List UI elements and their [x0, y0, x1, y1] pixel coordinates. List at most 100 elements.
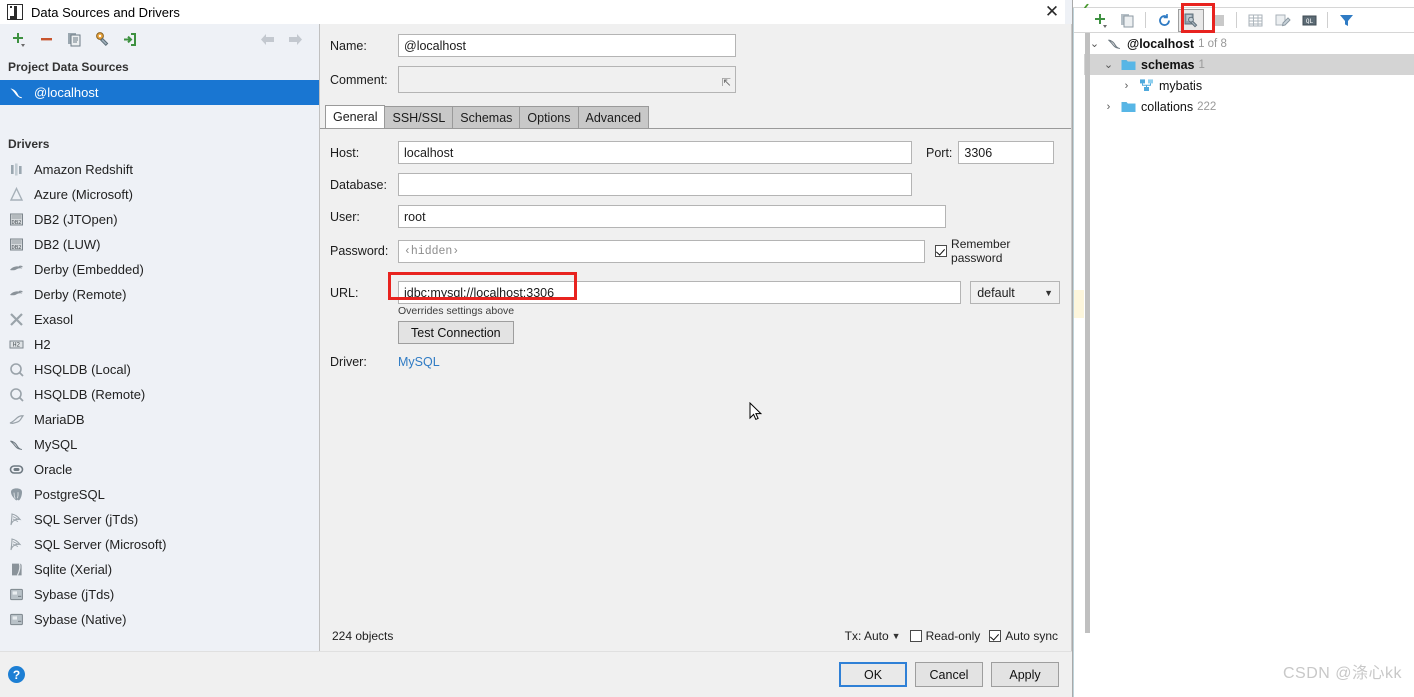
- tab-options[interactable]: Options: [519, 106, 579, 128]
- database-input[interactable]: [398, 173, 912, 196]
- import-icon: [123, 32, 136, 46]
- mouse-cursor: [749, 402, 763, 421]
- driver-item[interactable]: DB2 DB2 (LUW): [0, 232, 319, 257]
- driver-item-label: Amazon Redshift: [34, 162, 133, 177]
- tab-ssh-ssl[interactable]: SSH/SSL: [384, 106, 454, 128]
- driver-item[interactable]: Sybase (Native): [0, 607, 319, 632]
- driver-item-label: Exasol: [34, 312, 74, 327]
- tab-general[interactable]: General: [325, 105, 386, 128]
- sqlserver-icon: [10, 538, 22, 551]
- db-copy-button[interactable]: [1114, 9, 1140, 32]
- tree-node-count: 222: [1197, 100, 1217, 113]
- db-add-button[interactable]: [1087, 9, 1113, 32]
- driver-link[interactable]: MySQL: [398, 355, 440, 369]
- driver-item[interactable]: SQL Server (jTds): [0, 507, 319, 532]
- tree-node[interactable]: ⌄ @localhost 1 of 8: [1073, 33, 1414, 54]
- remember-password-checkbox[interactable]: [935, 245, 948, 257]
- left-pane-scroll-area[interactable]: Project Data Sources @localhost Drivers …: [0, 54, 319, 651]
- remember-password-label: Remember password: [951, 237, 1011, 265]
- driver-item[interactable]: PostgreSQL: [0, 482, 319, 507]
- url-input[interactable]: jdbc:mysql://localhost:3306: [398, 281, 962, 304]
- tree-node[interactable]: › collations 222: [1073, 96, 1414, 117]
- ok-button[interactable]: OK: [839, 662, 907, 687]
- remove-data-source-button[interactable]: [32, 26, 60, 52]
- db-edit-data-button[interactable]: [1269, 9, 1295, 32]
- port-input[interactable]: 3306: [958, 141, 1055, 164]
- driver-item[interactable]: MariaDB: [0, 407, 319, 432]
- user-row: User: root: [330, 205, 1060, 228]
- schema-icon: [1140, 79, 1153, 91]
- cancel-button[interactable]: Cancel: [915, 662, 983, 687]
- folder-icon: [1121, 60, 1136, 70]
- driver-item[interactable]: SQL Server (Microsoft): [0, 532, 319, 557]
- driver-item[interactable]: H2 H2: [0, 332, 319, 357]
- db-properties-button[interactable]: [1178, 8, 1204, 32]
- db-refresh-button[interactable]: [1151, 9, 1177, 32]
- driver-properties-button[interactable]: [88, 26, 116, 52]
- auto-sync-checkbox[interactable]: [989, 630, 1002, 642]
- url-row: URL: jdbc:mysql://localhost:3306 default…: [330, 281, 1060, 304]
- forward-button[interactable]: [281, 26, 309, 52]
- driver-item-label: Sybase (Native): [34, 612, 127, 627]
- data-source-item-localhost[interactable]: @localhost: [0, 80, 319, 105]
- name-row: Name: @localhost: [330, 34, 1060, 57]
- tab-advanced[interactable]: Advanced: [577, 106, 650, 128]
- driver-item[interactable]: HSQLDB (Remote): [0, 382, 319, 407]
- url-mode-select[interactable]: default ▼: [970, 281, 1060, 304]
- apply-button[interactable]: Apply: [991, 662, 1059, 687]
- driver-item[interactable]: Derby (Remote): [0, 282, 319, 307]
- user-input[interactable]: root: [398, 205, 946, 228]
- expand-icon[interactable]: ⇱: [722, 78, 731, 89]
- db-table-button[interactable]: [1242, 9, 1268, 32]
- close-icon[interactable]: ✕: [1042, 2, 1062, 22]
- driver-item[interactable]: DB2 DB2 (JTOpen): [0, 207, 319, 232]
- toolbar-separator: [1145, 12, 1146, 28]
- auto-sync-row[interactable]: Auto sync: [989, 629, 1058, 643]
- driver-item[interactable]: Derby (Embedded): [0, 257, 319, 282]
- tab-schemas[interactable]: Schemas: [452, 106, 521, 128]
- data-source-label: @localhost: [34, 85, 99, 100]
- comment-input[interactable]: ⇱: [398, 66, 736, 93]
- test-connection-label: Test Connection: [411, 325, 501, 340]
- left-pane-toolbar: [0, 24, 319, 54]
- database-panel-scrollbar-thumb[interactable]: [1085, 33, 1090, 633]
- db-sql-console-button[interactable]: QL: [1296, 9, 1322, 32]
- filter-icon: [1339, 14, 1353, 26]
- driver-item-label: MariaDB: [34, 412, 85, 427]
- chevron-down-icon[interactable]: ⌄: [1101, 58, 1116, 71]
- test-connection-button[interactable]: Test Connection: [398, 321, 514, 344]
- read-only-checkbox[interactable]: [909, 630, 922, 642]
- driver-item[interactable]: Oracle: [0, 457, 319, 482]
- driver-item[interactable]: MySQL: [0, 432, 319, 457]
- add-data-source-button[interactable]: [4, 26, 32, 52]
- svg-text:DB2: DB2: [12, 245, 22, 251]
- back-button[interactable]: [253, 26, 281, 52]
- tx-mode-select[interactable]: Tx: Auto ▼: [845, 629, 901, 643]
- driver-item[interactable]: Sqlite (Xerial): [0, 557, 319, 582]
- password-row: Password: ‹hidden› Remember password: [330, 237, 1060, 265]
- driver-item[interactable]: Amazon Redshift: [0, 157, 319, 182]
- driver-item[interactable]: HSQLDB (Local): [0, 357, 319, 382]
- driver-item-label: SQL Server (Microsoft): [34, 537, 167, 552]
- tree-node[interactable]: ⌄ schemas 1: [1073, 54, 1414, 75]
- db-filter-button[interactable]: [1333, 9, 1359, 32]
- driver-item[interactable]: Exasol: [0, 307, 319, 332]
- chevron-right-icon[interactable]: ›: [1101, 101, 1116, 113]
- host-input[interactable]: localhost: [398, 141, 912, 164]
- name-label: Name:: [330, 38, 367, 53]
- driver-item-label: Oracle: [34, 462, 73, 477]
- overrides-note: Overrides settings above: [398, 305, 515, 317]
- copy-data-source-button[interactable]: [60, 26, 88, 52]
- tree-node[interactable]: › mybatis: [1073, 75, 1414, 96]
- driver-item[interactable]: Sybase (jTds): [0, 582, 319, 607]
- name-input[interactable]: @localhost: [398, 34, 736, 57]
- password-input[interactable]: ‹hidden›: [398, 239, 926, 263]
- db-stop-button[interactable]: [1205, 9, 1231, 32]
- import-data-source-button[interactable]: [116, 26, 144, 52]
- edit-data-icon: [1275, 14, 1291, 26]
- chevron-right-icon[interactable]: ›: [1119, 80, 1134, 92]
- driver-item[interactable]: Azure (Microsoft): [0, 182, 319, 207]
- remember-password-row[interactable]: Remember password: [935, 237, 1060, 265]
- read-only-row[interactable]: Read-only: [909, 629, 980, 643]
- help-button[interactable]: ?: [8, 666, 25, 683]
